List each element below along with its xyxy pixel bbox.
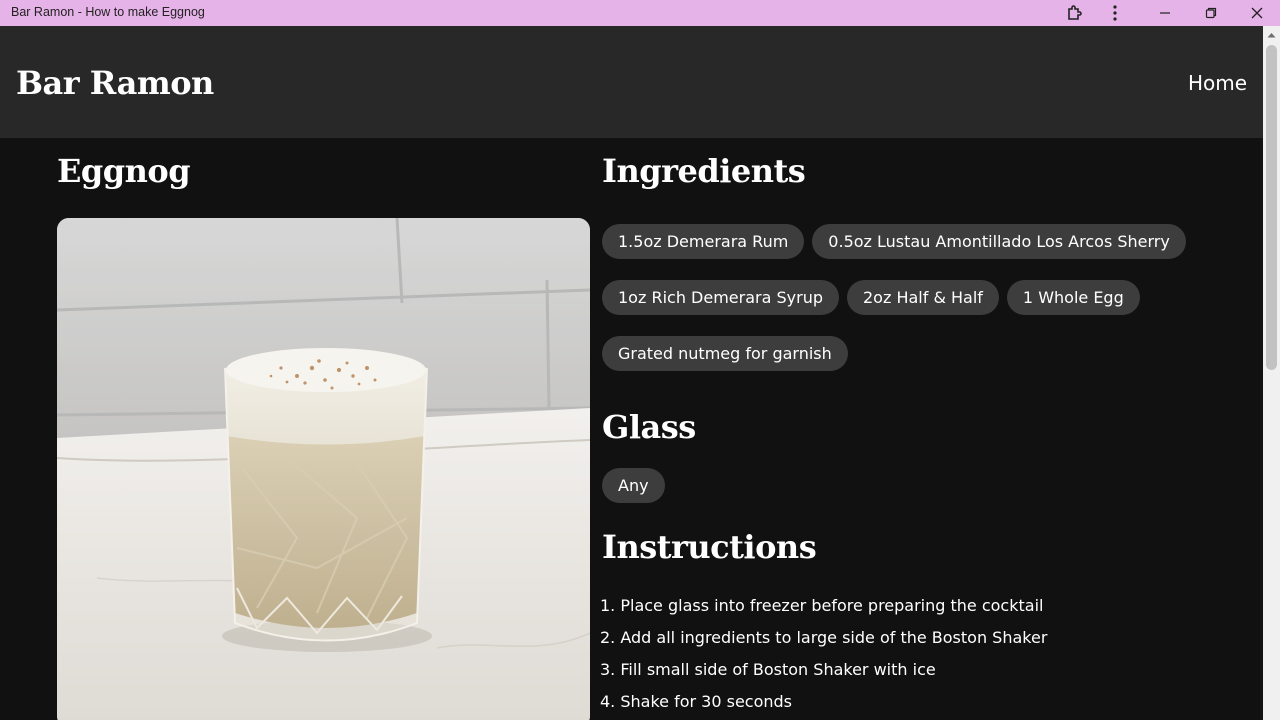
page-content: Bar Ramon Home Eggnog Ingredients 1.5oz …: [0, 26, 1263, 720]
instructions-list: 1. Place glass into freezer before prepa…: [600, 596, 1047, 720]
instructions-heading: Instructions: [602, 528, 817, 566]
window-title: Bar Ramon - How to make Eggnog: [11, 5, 205, 19]
scroll-up-arrow-icon[interactable]: [1263, 26, 1280, 43]
nav-home-link[interactable]: Home: [1188, 71, 1247, 95]
minimize-icon[interactable]: [1145, 0, 1185, 26]
ingredients-list: 1.5oz Demerara Rum 0.5oz Lustau Amontill…: [602, 224, 1242, 371]
instruction-step: 4. Shake for 30 seconds: [600, 692, 793, 711]
restore-icon[interactable]: [1191, 0, 1231, 26]
ingredient-chip: 2oz Half & Half: [846, 280, 999, 315]
ingredient-chip: Grated nutmeg for garnish: [602, 336, 848, 371]
page-scrollbar[interactable]: [1263, 26, 1280, 720]
site-brand[interactable]: Bar Ramon: [16, 64, 214, 102]
window-titlebar: Bar Ramon - How to make Eggnog: [0, 0, 1280, 26]
ingredient-chip: 1oz Rich Demerara Syrup: [602, 280, 839, 315]
scrollbar-thumb[interactable]: [1266, 45, 1277, 370]
ingredient-chip: 1.5oz Demerara Rum: [602, 224, 805, 259]
more-vert-icon[interactable]: [1095, 0, 1135, 26]
instruction-step: 2. Add all ingredients to large side of …: [600, 628, 1048, 647]
glass-chip: Any: [602, 468, 665, 503]
extensions-icon[interactable]: [1055, 0, 1095, 26]
ingredients-heading: Ingredients: [602, 152, 806, 190]
instruction-step: 1. Place glass into freezer before prepa…: [600, 596, 1044, 615]
instruction-step: 3. Fill small side of Boston Shaker with…: [600, 660, 936, 679]
ingredient-chip: 0.5oz Lustau Amontillado Los Arcos Sherr…: [812, 224, 1186, 259]
site-navbar: Bar Ramon Home: [0, 26, 1263, 138]
glass-heading: Glass: [602, 408, 696, 446]
drink-photo: [57, 218, 590, 720]
glass-list: Any: [602, 468, 1242, 503]
page-title: Eggnog: [57, 152, 191, 190]
ingredient-chip: 1 Whole Egg: [1006, 280, 1140, 315]
close-icon[interactable]: [1237, 0, 1277, 26]
